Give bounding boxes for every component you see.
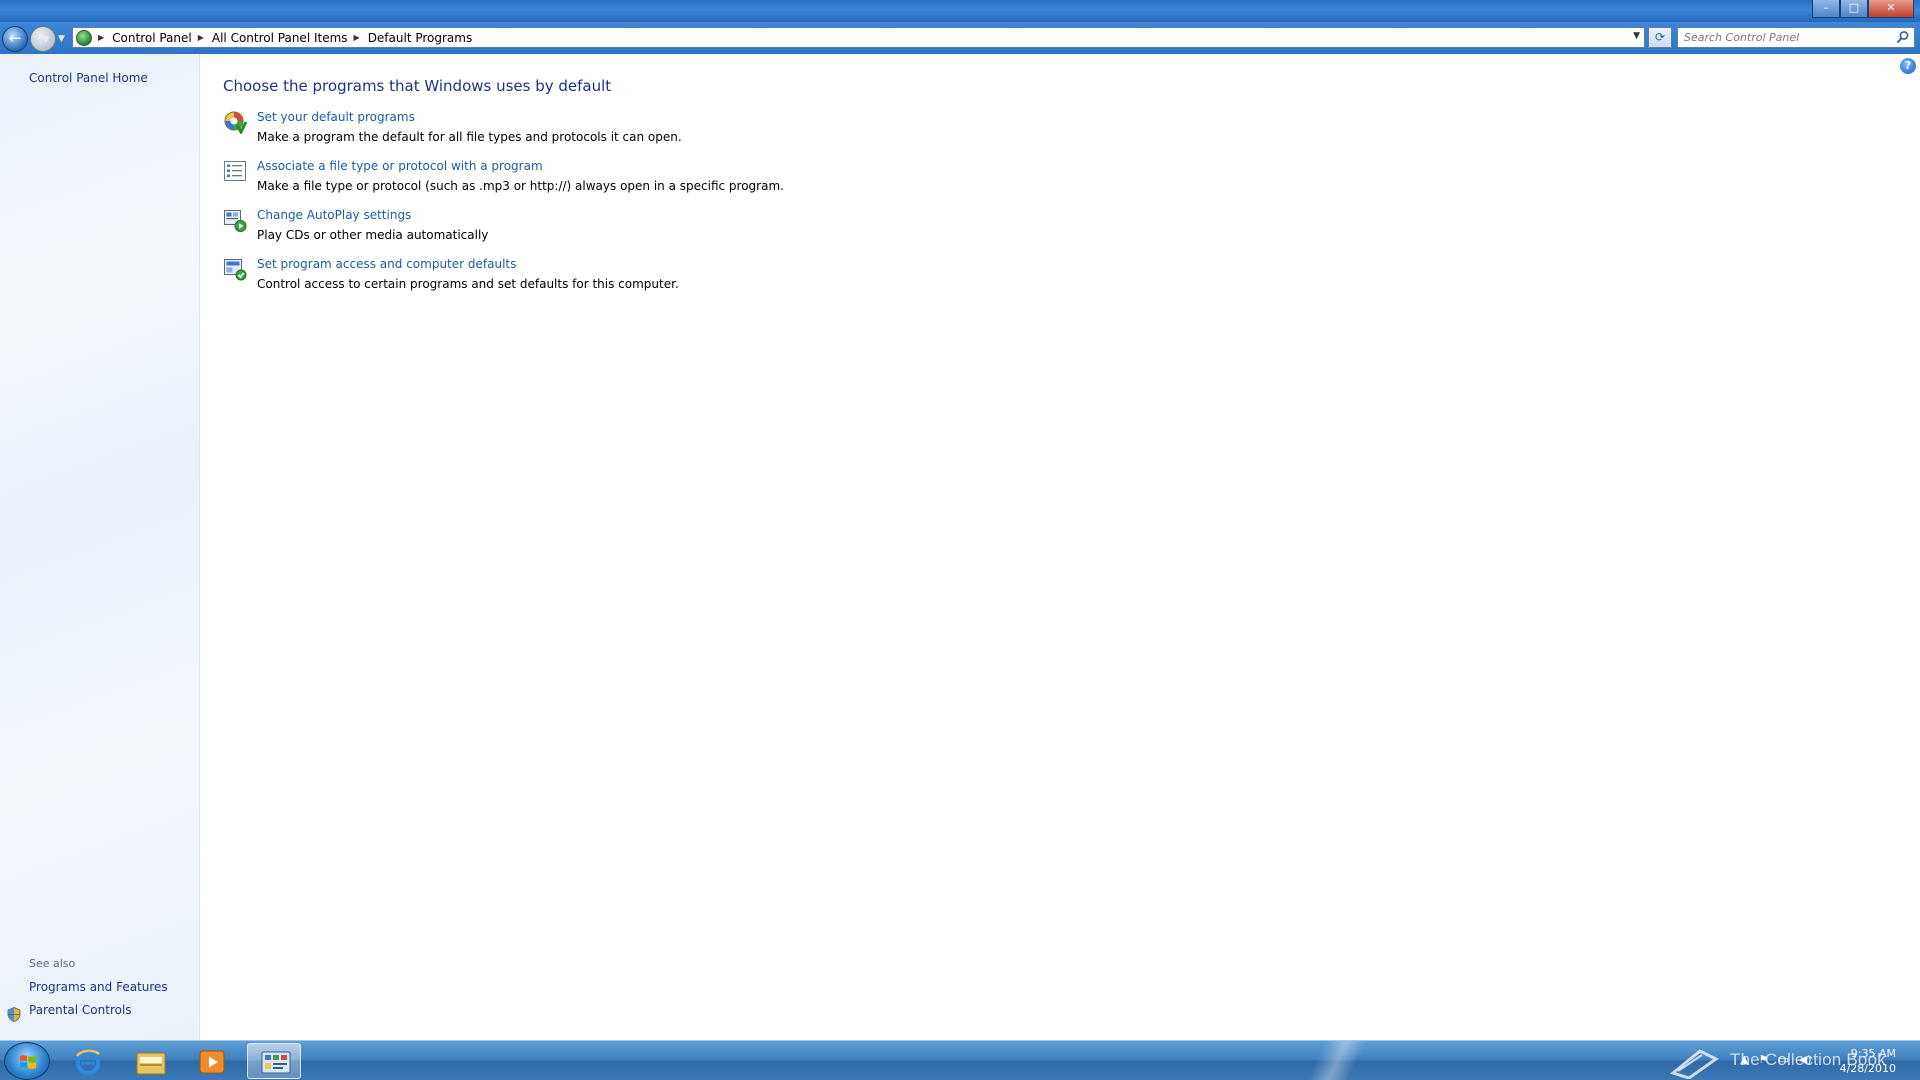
taskbar-media-player[interactable] [185,1043,239,1079]
breadcrumb-control-panel[interactable]: Control Panel [112,31,192,45]
program-access-icon [224,259,247,281]
associate-file-type-description: Make a file type or protocol (such as .m… [257,179,784,193]
control-panel-icon [261,1051,291,1074]
taskbar-internet-explorer[interactable] [61,1043,115,1079]
volume-icon[interactable]: ◀) [1799,1053,1812,1066]
help-icon[interactable]: ? [1900,58,1916,74]
address-bar[interactable]: ▶ Control Panel ▶ All Control Panel Item… [72,27,1645,48]
task-set-default-programs: Set your default programs Make a program… [223,110,1123,150]
main-content: ? Choose the programs that Windows uses … [200,54,1920,1040]
associate-file-type-link[interactable]: Associate a file type or protocol with a… [257,159,543,173]
chevron-right-icon[interactable]: ▶ [198,33,204,42]
shield-icon [7,1007,21,1022]
file-association-icon [224,161,246,181]
action-center-flag-icon[interactable]: ⚑ [1758,1053,1768,1066]
set-default-programs-description: Make a program the default for all file … [257,130,682,144]
close-button[interactable]: ✕ [1868,0,1914,18]
breadcrumb-default-programs[interactable]: Default Programs [368,31,473,45]
programs-and-features-link[interactable]: Programs and Features [29,980,168,994]
refresh-button[interactable]: ⟳ [1648,27,1672,48]
task-associate-file-type: Associate a file type or protocol with a… [223,159,1123,199]
default-programs-icon [224,111,247,134]
task-program-access: Set program access and computer defaults… [223,257,1123,297]
task-change-autoplay: Change AutoPlay settings Play CDs or oth… [223,208,1123,248]
forward-button[interactable]: → [30,26,56,52]
media-player-icon [199,1050,225,1074]
book-logo-icon [1670,1049,1719,1079]
show-hidden-icons-icon[interactable]: ▲ [1740,1053,1748,1066]
page-title: Choose the programs that Windows uses by… [223,77,612,95]
set-default-programs-link[interactable]: Set your default programs [257,110,415,124]
search-box [1677,27,1915,48]
windows-explorer-icon [136,1052,166,1075]
maximize-button[interactable]: □ [1840,0,1868,18]
search-input[interactable] [1678,28,1888,47]
autoplay-icon [224,210,247,232]
network-icon[interactable]: ▭ [1778,1053,1788,1066]
program-access-link[interactable]: Set program access and computer defaults [257,257,516,271]
back-button[interactable]: ← [2,26,28,52]
navigation-pane: Control Panel Home See also Programs and… [0,54,200,1040]
system-clock[interactable]: 9:35 AM 4/28/2010 [1840,1046,1896,1076]
notification-area: ▲ ⚑ ▭ ◀) [1740,1053,1812,1066]
taskbar: The Collection Book ▲ ⚑ ▭ ◀) 9:35 AM 4/2… [0,1040,1920,1080]
window-controls: – □ ✕ [1812,0,1914,18]
taskbar-control-panel[interactable] [247,1043,301,1079]
chevron-right-icon[interactable]: ▶ [98,33,104,42]
clock-date: 4/28/2010 [1839,1062,1896,1075]
change-autoplay-link[interactable]: Change AutoPlay settings [257,208,411,222]
recent-pages-dropdown-icon[interactable]: ▼ [58,34,65,44]
chevron-right-icon[interactable]: ▶ [354,33,360,42]
taskbar-windows-explorer[interactable] [123,1043,177,1079]
parental-controls-link[interactable]: Parental Controls [29,1003,132,1017]
see-also-heading: See also [29,957,76,970]
clock-time: 9:35 AM [1850,1047,1896,1060]
internet-explorer-icon [75,1049,100,1075]
start-button[interactable] [4,1042,50,1080]
address-dropdown-icon[interactable]: ▼ [1633,31,1640,41]
taskbar-sheen [1290,1041,1390,1080]
navigation-bar: ← → ▼ ▶ Control Panel ▶ All Control Pane… [0,22,1920,54]
windows-logo-icon [20,1055,36,1069]
program-access-description: Control access to certain programs and s… [257,277,679,291]
change-autoplay-description: Play CDs or other media automatically [257,228,489,242]
control-panel-icon [76,29,92,46]
title-bar: – □ ✕ [0,0,1920,22]
breadcrumb-all-control-panel-items[interactable]: All Control Panel Items [212,31,348,45]
minimize-button[interactable]: – [1812,0,1840,18]
search-icon[interactable] [1896,30,1910,44]
control-panel-home-link[interactable]: Control Panel Home [29,71,148,85]
